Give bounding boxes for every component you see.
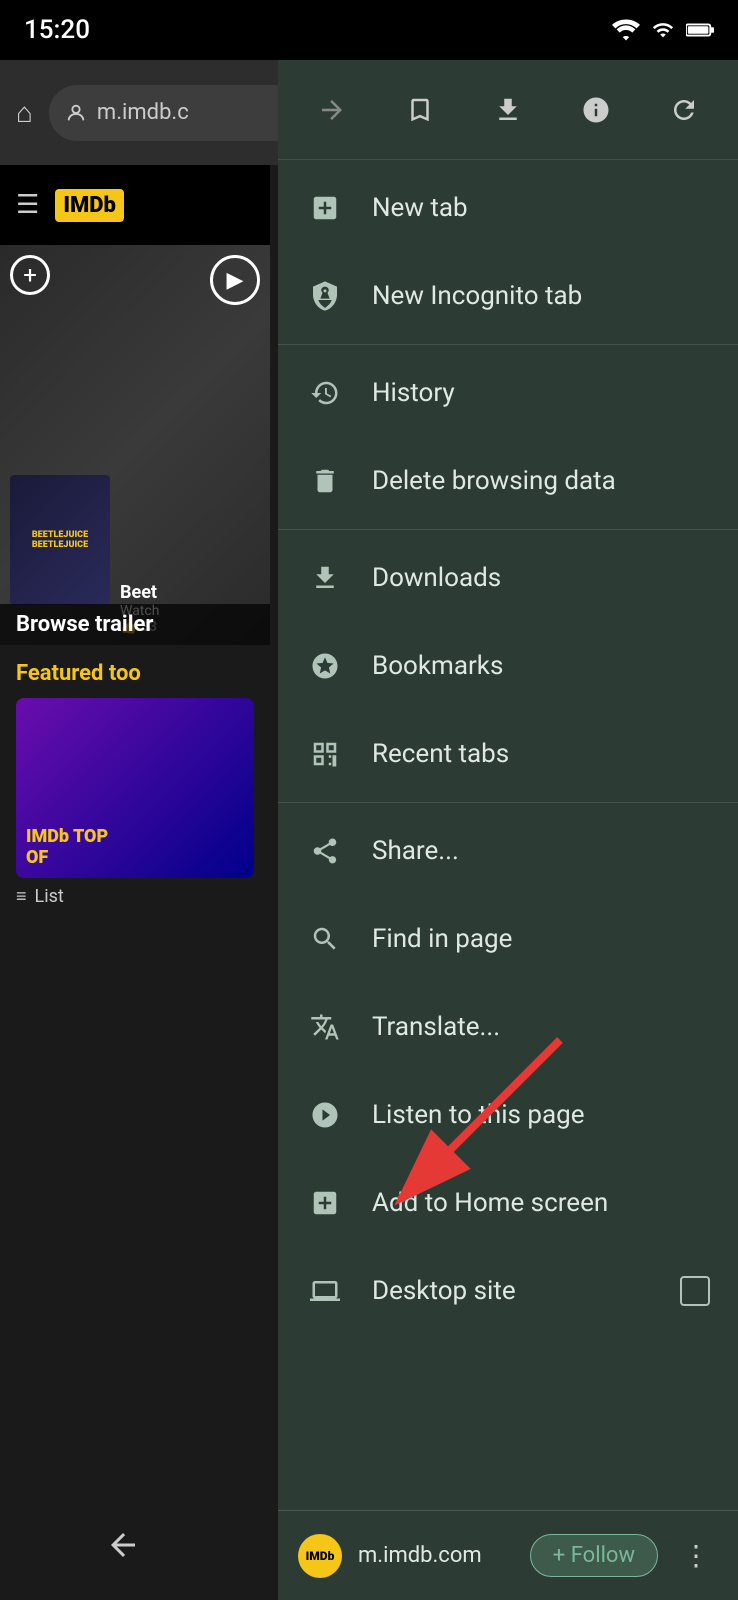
delete-label: Delete browsing data [372, 466, 710, 496]
downloads-icon [306, 559, 344, 597]
site-icon [65, 102, 87, 124]
divider-3 [278, 802, 738, 803]
dropdown-menu: New tab New Incognito tab History Delete… [278, 60, 738, 1600]
movie-thumbnail: BEETLEJUICE BEETLEJUICE [10, 475, 110, 605]
menu-item-share[interactable]: Share... [278, 807, 738, 895]
add-home-label: Add to Home screen [372, 1188, 710, 1218]
menu-item-recent-tabs[interactable]: Recent tabs [278, 710, 738, 798]
status-icons [612, 19, 714, 41]
incognito-label: New Incognito tab [372, 281, 710, 311]
imdb-header: ☰ IMDb [0, 165, 270, 245]
page-background: ☰ IMDb + ▶ BEETLEJUICE BEETLEJUICE Beet … [0, 165, 270, 1490]
play-button: ▶ [210, 255, 260, 305]
recent-tabs-label: Recent tabs [372, 739, 710, 769]
menu-item-incognito[interactable]: New Incognito tab [278, 252, 738, 340]
menu-item-listen[interactable]: Listen to this page [278, 1071, 738, 1159]
desktop-icon [306, 1272, 344, 1310]
movie-image: + ▶ BEETLEJUICE BEETLEJUICE Beet Watch 👍… [0, 245, 270, 645]
menu-item-delete-data[interactable]: Delete browsing data [278, 437, 738, 525]
page-content: + ▶ BEETLEJUICE BEETLEJUICE Beet Watch 👍… [0, 245, 270, 945]
imdb-logo: IMDb [55, 189, 124, 222]
imdb-top-badge: IMDb TOPOF [26, 826, 108, 868]
add-home-icon [306, 1184, 344, 1222]
menu-item-new-tab[interactable]: New tab [278, 164, 738, 252]
menu-item-add-home[interactable]: Add to Home screen [278, 1159, 738, 1247]
browse-trailers: Browse trailer [0, 604, 270, 645]
desktop-label: Desktop site [372, 1276, 652, 1306]
bookmarks-label: Bookmarks [372, 651, 710, 681]
more-options-button[interactable]: ⋮ [674, 1531, 718, 1580]
menu-item-downloads[interactable]: Downloads [278, 534, 738, 622]
status-bar: 15:20 [0, 0, 738, 60]
battery-icon [686, 19, 714, 41]
new-tab-label: New tab [372, 193, 710, 223]
follow-button[interactable]: + Follow [530, 1534, 658, 1577]
menu-item-bookmarks[interactable]: Bookmarks [278, 622, 738, 710]
info-button[interactable] [561, 75, 631, 145]
listen-label: Listen to this page [372, 1100, 710, 1130]
menu-item-translate[interactable]: Translate... [278, 983, 738, 1071]
wifi-icon [612, 19, 640, 41]
menu-toolbar [278, 60, 738, 160]
bookmark-button[interactable] [385, 75, 455, 145]
status-time: 15:20 [24, 15, 90, 45]
share-icon [306, 832, 344, 870]
add-button: + [10, 255, 50, 295]
downloads-label: Downloads [372, 563, 710, 593]
list-bar: ≡ List [16, 886, 254, 907]
back-button[interactable] [83, 1515, 163, 1575]
recent-tabs-icon [306, 735, 344, 773]
forward-button[interactable] [297, 75, 367, 145]
bookmarks-icon [306, 647, 344, 685]
menu-items-list: New tab New Incognito tab History Delete… [278, 160, 738, 1510]
follow-label: + Follow [553, 1543, 635, 1568]
share-label: Share... [372, 836, 710, 866]
divider-1 [278, 344, 738, 345]
featured-section: Featured too IMDb TOPOF ≡ List [0, 645, 270, 923]
new-tab-icon [306, 189, 344, 227]
history-label: History [372, 378, 710, 408]
site-url: m.imdb.com [358, 1543, 514, 1568]
home-icon[interactable]: ⌂ [16, 96, 33, 129]
menu-item-history[interactable]: History [278, 349, 738, 437]
delete-icon [306, 462, 344, 500]
find-icon [306, 920, 344, 958]
incognito-icon [306, 277, 344, 315]
featured-title: Featured too [16, 661, 254, 686]
history-icon [306, 374, 344, 412]
translate-label: Translate... [372, 1012, 710, 1042]
url-text: m.imdb.c [97, 100, 189, 125]
listen-icon [306, 1096, 344, 1134]
translate-icon [306, 1008, 344, 1046]
desktop-checkbox[interactable] [680, 1276, 710, 1306]
follow-bar: IMDb m.imdb.com + Follow ⋮ [278, 1510, 738, 1600]
divider-2 [278, 529, 738, 530]
site-favicon: IMDb [298, 1534, 342, 1578]
download-button[interactable] [473, 75, 543, 145]
menu-item-desktop[interactable]: Desktop site [278, 1247, 738, 1335]
menu-item-find[interactable]: Find in page [278, 895, 738, 983]
signal-icon [652, 19, 674, 41]
refresh-button[interactable] [649, 75, 719, 145]
featured-card: IMDb TOPOF [16, 698, 254, 878]
find-label: Find in page [372, 924, 710, 954]
